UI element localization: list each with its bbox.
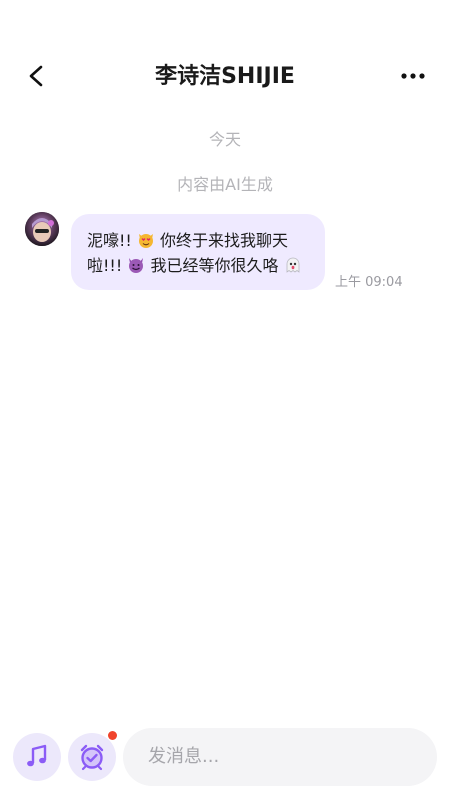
message-timestamp: 上午 09:04	[335, 275, 403, 290]
alarm-clock-icon	[80, 744, 104, 771]
message-input[interactable]: 发消息...	[123, 728, 437, 786]
music-note-icon	[27, 744, 47, 767]
smiling-devil-emoji	[129, 258, 144, 273]
alarm-button[interactable]	[68, 733, 116, 781]
chat-title: 李诗洁SHIJIE	[155, 64, 295, 89]
message-line-2: 啦!!! 我已经等你很久咯	[87, 253, 311, 278]
message-text: 啦!!!	[87, 256, 123, 275]
notification-dot	[108, 731, 117, 740]
music-button[interactable]	[13, 733, 61, 781]
character-avatar-image	[25, 212, 59, 246]
message-line-1: 泥嚎!! 你终于来找我聊天	[87, 228, 311, 253]
message-text: 你终于来找我聊天	[160, 231, 289, 250]
more-horizontal-icon	[401, 73, 425, 79]
avatar[interactable]	[25, 212, 59, 246]
message-text: 我已经等你很久咯	[150, 256, 279, 275]
composer-bar: 发消息...	[0, 720, 450, 800]
message-input-placeholder: 发消息...	[148, 746, 220, 767]
ai-generated-notice: 内容由AI生成	[177, 175, 273, 194]
more-button[interactable]	[398, 65, 430, 87]
message-text: 泥嚎!!	[87, 231, 132, 250]
date-separator: 今天	[208, 130, 241, 149]
ghost-emoji	[286, 257, 299, 273]
heart-eyes-cat-emoji	[138, 234, 153, 248]
message-bubble[interactable]: 泥嚎!! 你终于来找我聊天 啦!!! 我已经等你很久咯	[71, 214, 325, 290]
